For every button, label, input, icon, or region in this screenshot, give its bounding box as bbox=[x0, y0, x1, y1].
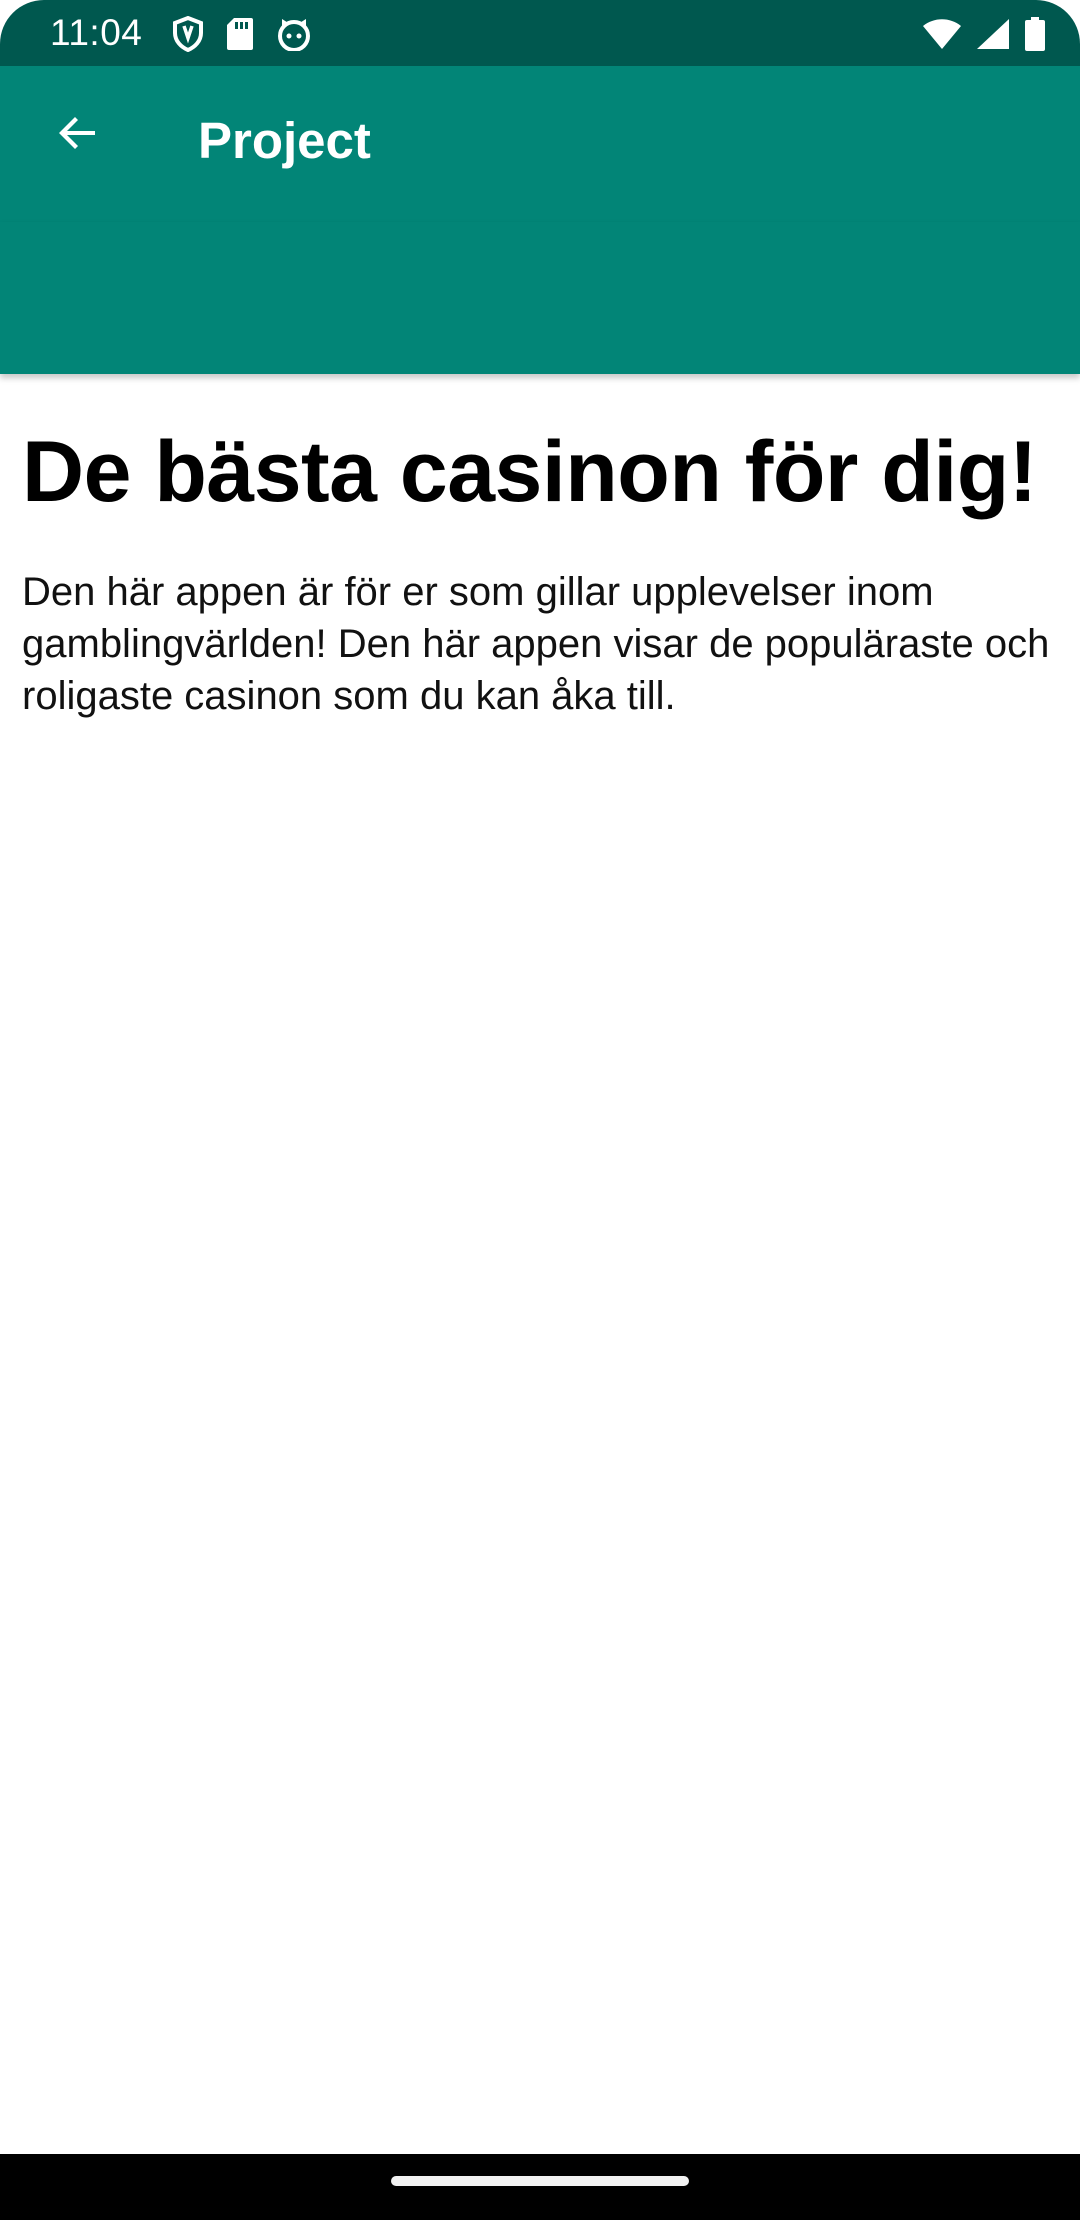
status-icons-right bbox=[922, 14, 1046, 54]
status-icons-left bbox=[172, 14, 312, 54]
app-title: Project bbox=[198, 112, 371, 169]
shield-icon bbox=[172, 16, 204, 52]
navigation-bar bbox=[0, 2154, 1080, 2220]
screen: 11:04 Project De bästa casinon för dig! … bbox=[0, 0, 1080, 2220]
battery-icon bbox=[1024, 17, 1046, 51]
cellular-signal-icon bbox=[976, 18, 1010, 50]
sd-card-icon bbox=[226, 17, 254, 51]
arrow-back-icon bbox=[53, 109, 101, 157]
wifi-icon bbox=[922, 18, 962, 50]
status-time: 11:04 bbox=[50, 12, 143, 53]
back-button[interactable] bbox=[38, 94, 116, 172]
page-heading: De bästa casinon för dig! bbox=[22, 424, 1037, 520]
description-text: Den här appen är för er som gillar upple… bbox=[22, 570, 1050, 718]
status-bar: 11:04 bbox=[0, 0, 1080, 66]
home-indicator[interactable] bbox=[391, 2176, 689, 2186]
app-bar: Project bbox=[0, 66, 1080, 222]
app-bar-extension bbox=[0, 222, 1080, 374]
main-content: De bästa casinon för dig! Den här appen … bbox=[22, 420, 1062, 722]
cat-face-icon bbox=[276, 17, 312, 51]
